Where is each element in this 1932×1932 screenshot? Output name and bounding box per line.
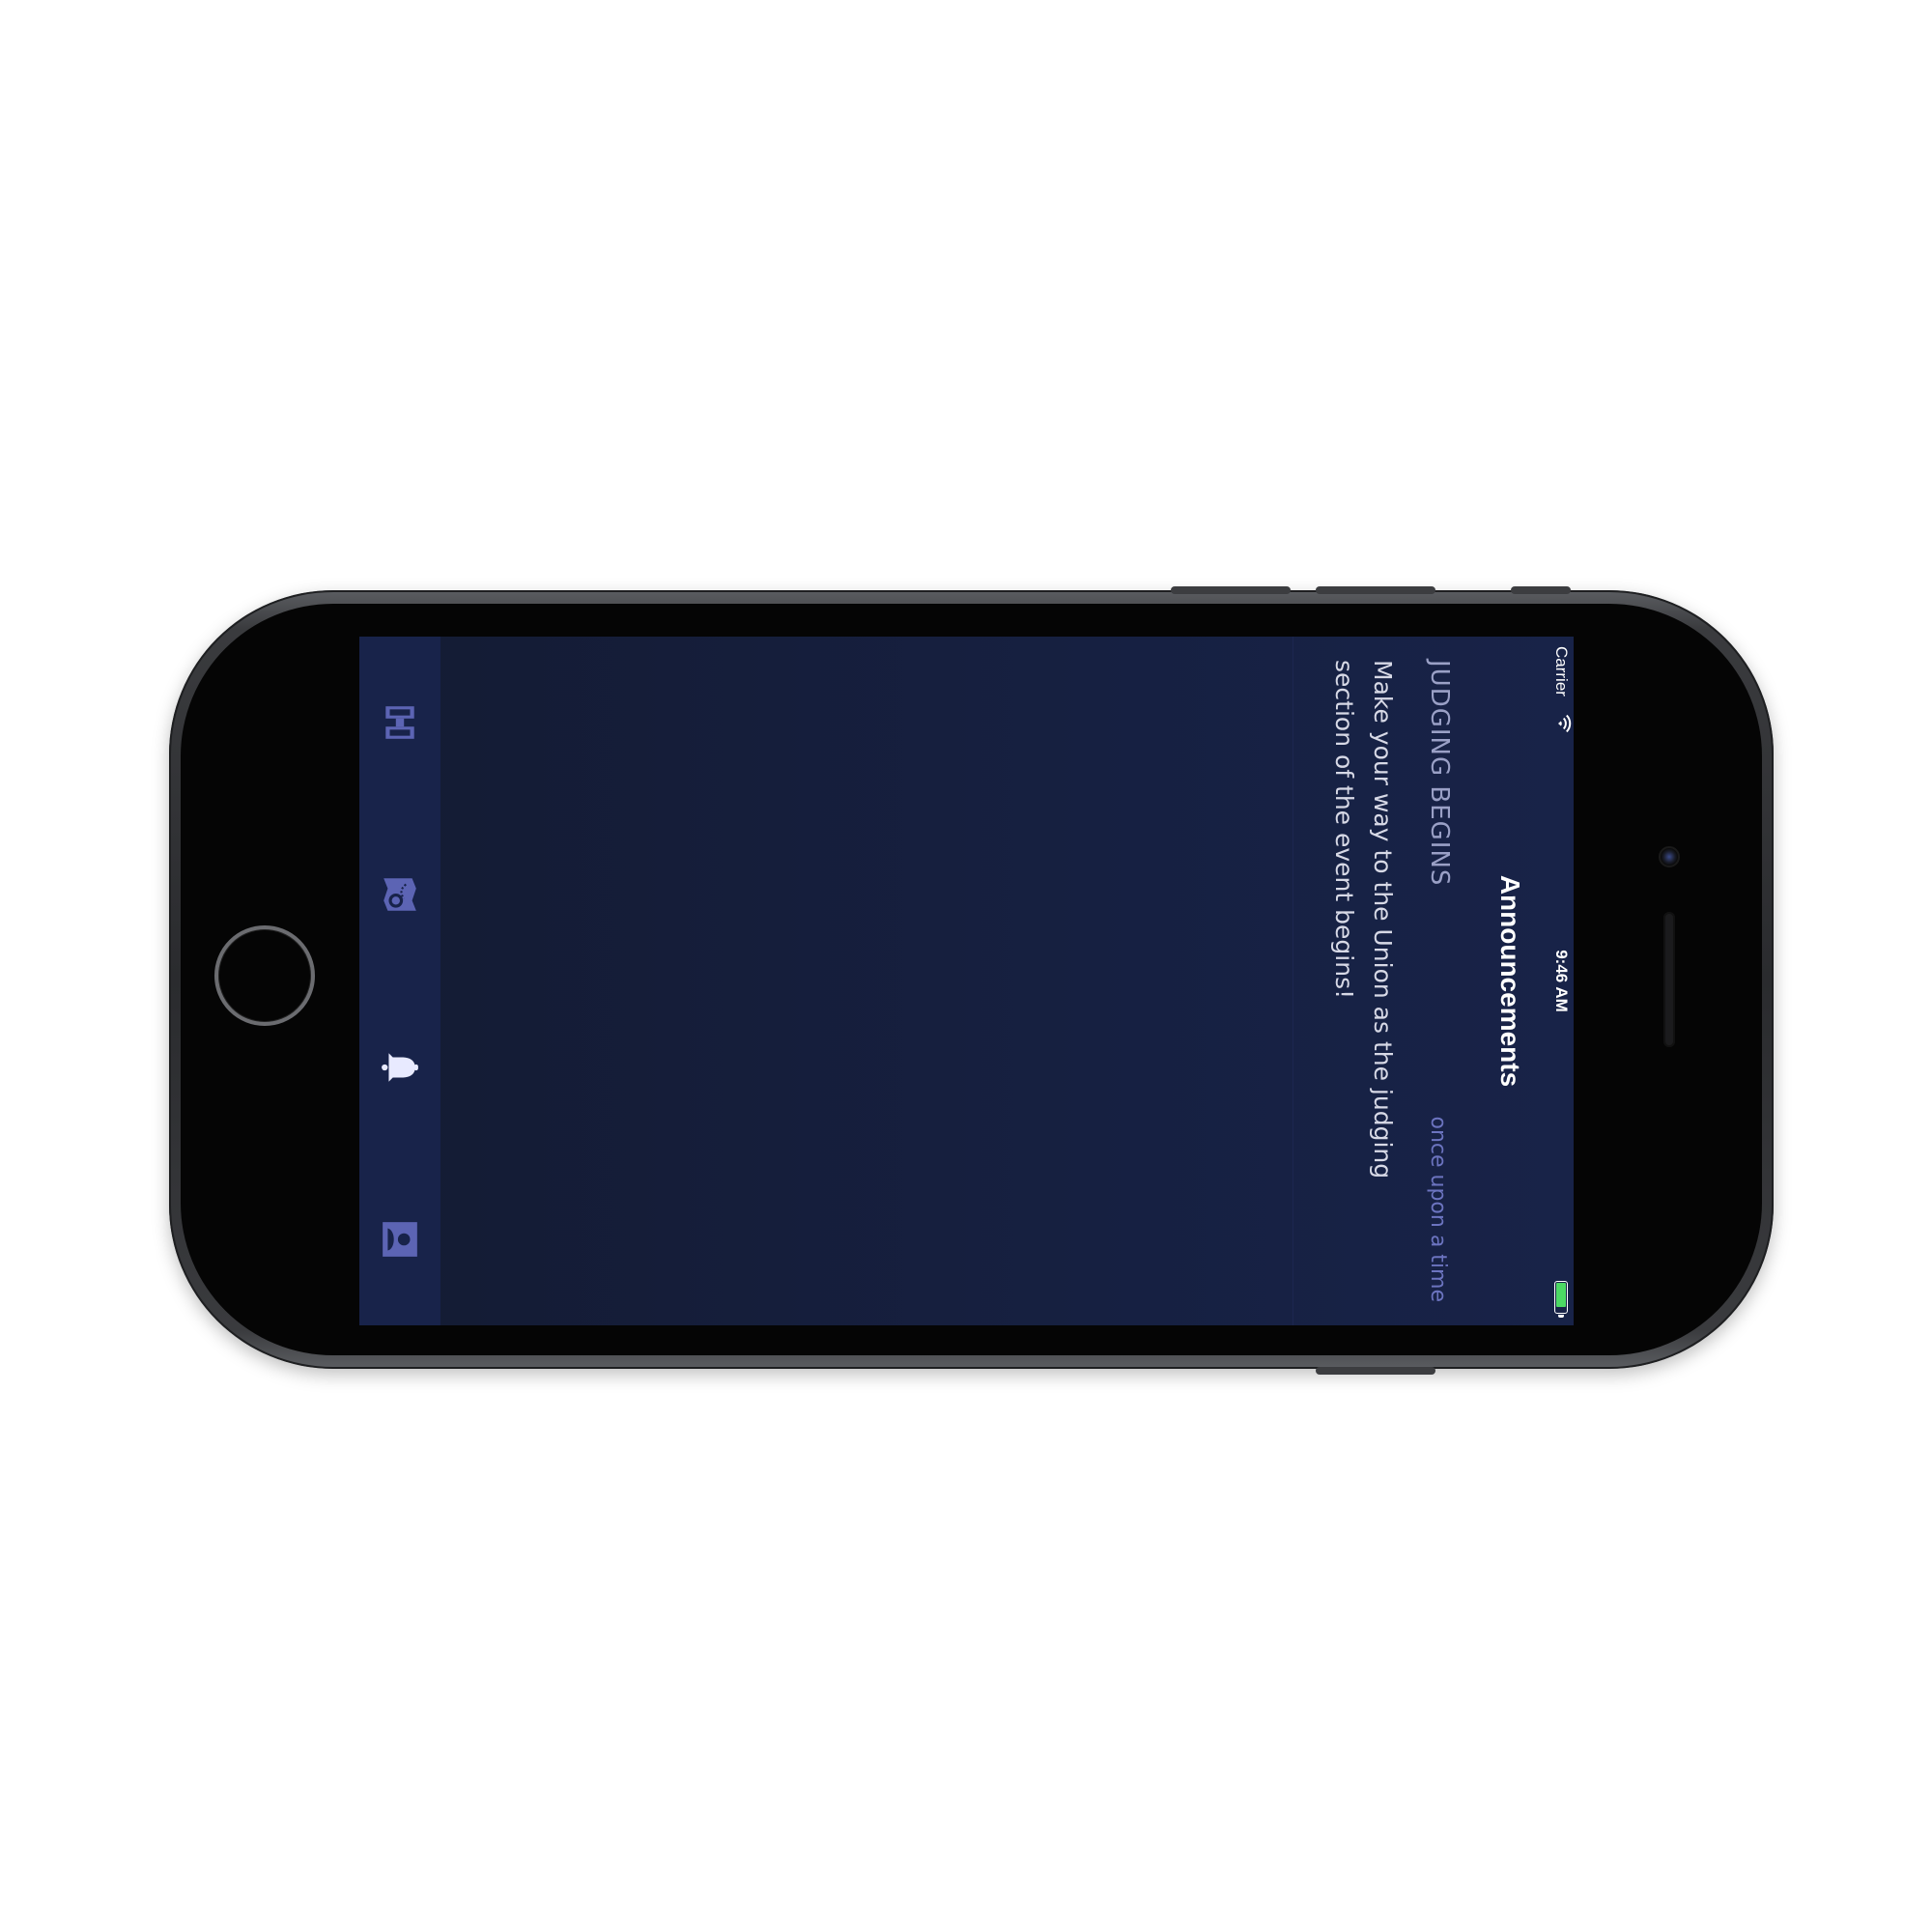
tab-schedule[interactable]: [371, 694, 429, 752]
announcement-item[interactable]: JUDGING BEGINS once upon a time Make you…: [1293, 637, 1471, 1325]
profile-icon: [383, 1222, 417, 1257]
status-time: 9:46 AM: [1552, 950, 1571, 1012]
home-button[interactable]: [214, 925, 315, 1026]
power-button: [1316, 1367, 1435, 1375]
earpiece-speaker: [1663, 912, 1675, 1047]
tab-map[interactable]: [371, 866, 429, 923]
status-bar: Carrier 9:46 AM: [1548, 637, 1574, 1325]
battery-icon: [1554, 1281, 1568, 1314]
app-portrait-view: Carrier 9:46 AM Announcements JUDGING BE…: [359, 637, 1574, 1325]
tab-profile[interactable]: [371, 1210, 429, 1268]
volume-down-button: [1316, 586, 1435, 594]
navigation-bar: Announcements: [1471, 637, 1548, 1325]
phone-screen: Carrier 9:46 AM Announcements JUDGING BE…: [359, 637, 1574, 1325]
schedule-icon: [385, 706, 414, 739]
battery-level: [1556, 1283, 1566, 1307]
mute-switch: [1511, 586, 1571, 594]
announcement-title: JUDGING BEGINS: [1425, 660, 1454, 887]
announcement-time: once upon a time: [1426, 1116, 1450, 1302]
bell-icon: [382, 1052, 418, 1082]
volume-up-button: [1171, 586, 1291, 594]
front-camera: [1659, 846, 1680, 867]
page-title: Announcements: [1495, 874, 1525, 1088]
announcement-body: Make your way to the Union as the judgin…: [1330, 660, 1397, 1179]
tab-announcements[interactable]: [371, 1038, 429, 1096]
map-icon: [384, 878, 416, 912]
tab-bar: [359, 637, 440, 1325]
